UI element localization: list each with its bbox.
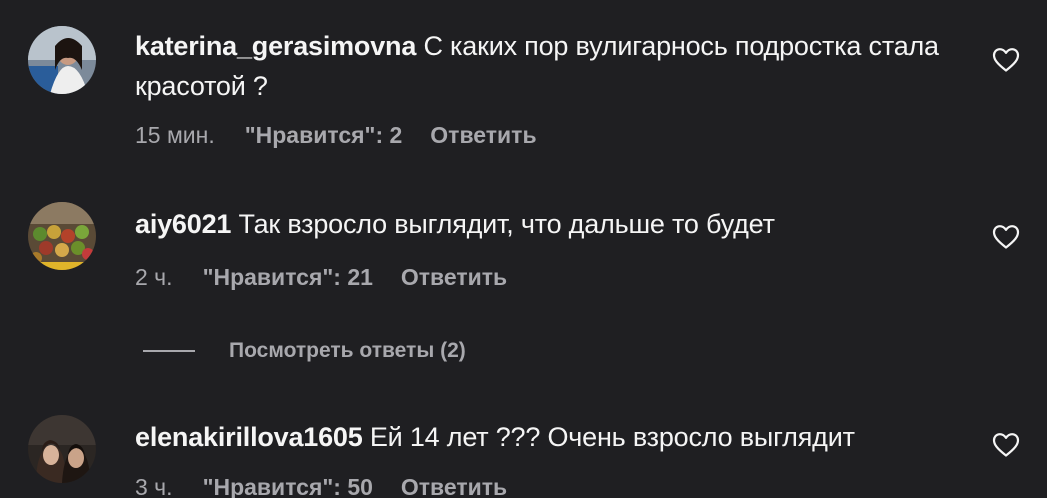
avatar[interactable] <box>28 202 96 270</box>
heart-outline-icon[interactable] <box>992 224 1020 250</box>
avatar[interactable] <box>28 26 96 94</box>
view-replies-divider <box>143 350 195 352</box>
comment-text: elenakirillova1605 Ей 14 лет ??? Очень в… <box>135 417 955 457</box>
comment-meta: 3 ч. "Нравится": 50 Ответить <box>135 474 507 498</box>
view-replies-button[interactable]: Посмотреть ответы (2) <box>143 333 466 369</box>
heart-outline-icon[interactable] <box>992 47 1020 73</box>
comment-username[interactable]: elenakirillova1605 <box>135 422 363 452</box>
heart-outline-icon[interactable] <box>992 432 1020 458</box>
comment-meta: 2 ч. "Нравится": 21 Ответить <box>135 264 507 291</box>
comment-username[interactable]: katerina_gerasimovna <box>135 31 416 61</box>
comment-time[interactable]: 3 ч. <box>135 474 173 498</box>
reply-button[interactable]: Ответить <box>430 122 536 149</box>
view-replies-label: Посмотреть ответы (2) <box>229 339 466 362</box>
comment-body: Так взросло выглядит, что дальше то буде… <box>231 209 775 239</box>
comment-username[interactable]: aiy6021 <box>135 209 231 239</box>
reply-button[interactable]: Ответить <box>401 474 507 498</box>
comment-likes[interactable]: "Нравится": 2 <box>245 122 403 149</box>
comment-time[interactable]: 2 ч. <box>135 264 173 291</box>
comment-meta: 15 мин. "Нравится": 2 Ответить <box>135 122 537 149</box>
comment-time[interactable]: 15 мин. <box>135 122 215 149</box>
avatar[interactable] <box>28 415 96 483</box>
comment-text: katerina_gerasimovna С каких пор вулигар… <box>135 26 955 106</box>
comment-likes[interactable]: "Нравится": 50 <box>203 474 373 498</box>
reply-button[interactable]: Ответить <box>401 264 507 291</box>
comment-text: aiy6021 Так взросло выглядит, что дальше… <box>135 204 955 244</box>
comment-likes[interactable]: "Нравится": 21 <box>203 264 373 291</box>
comment-body: Ей 14 лет ??? Очень взросло выглядит <box>362 422 855 452</box>
